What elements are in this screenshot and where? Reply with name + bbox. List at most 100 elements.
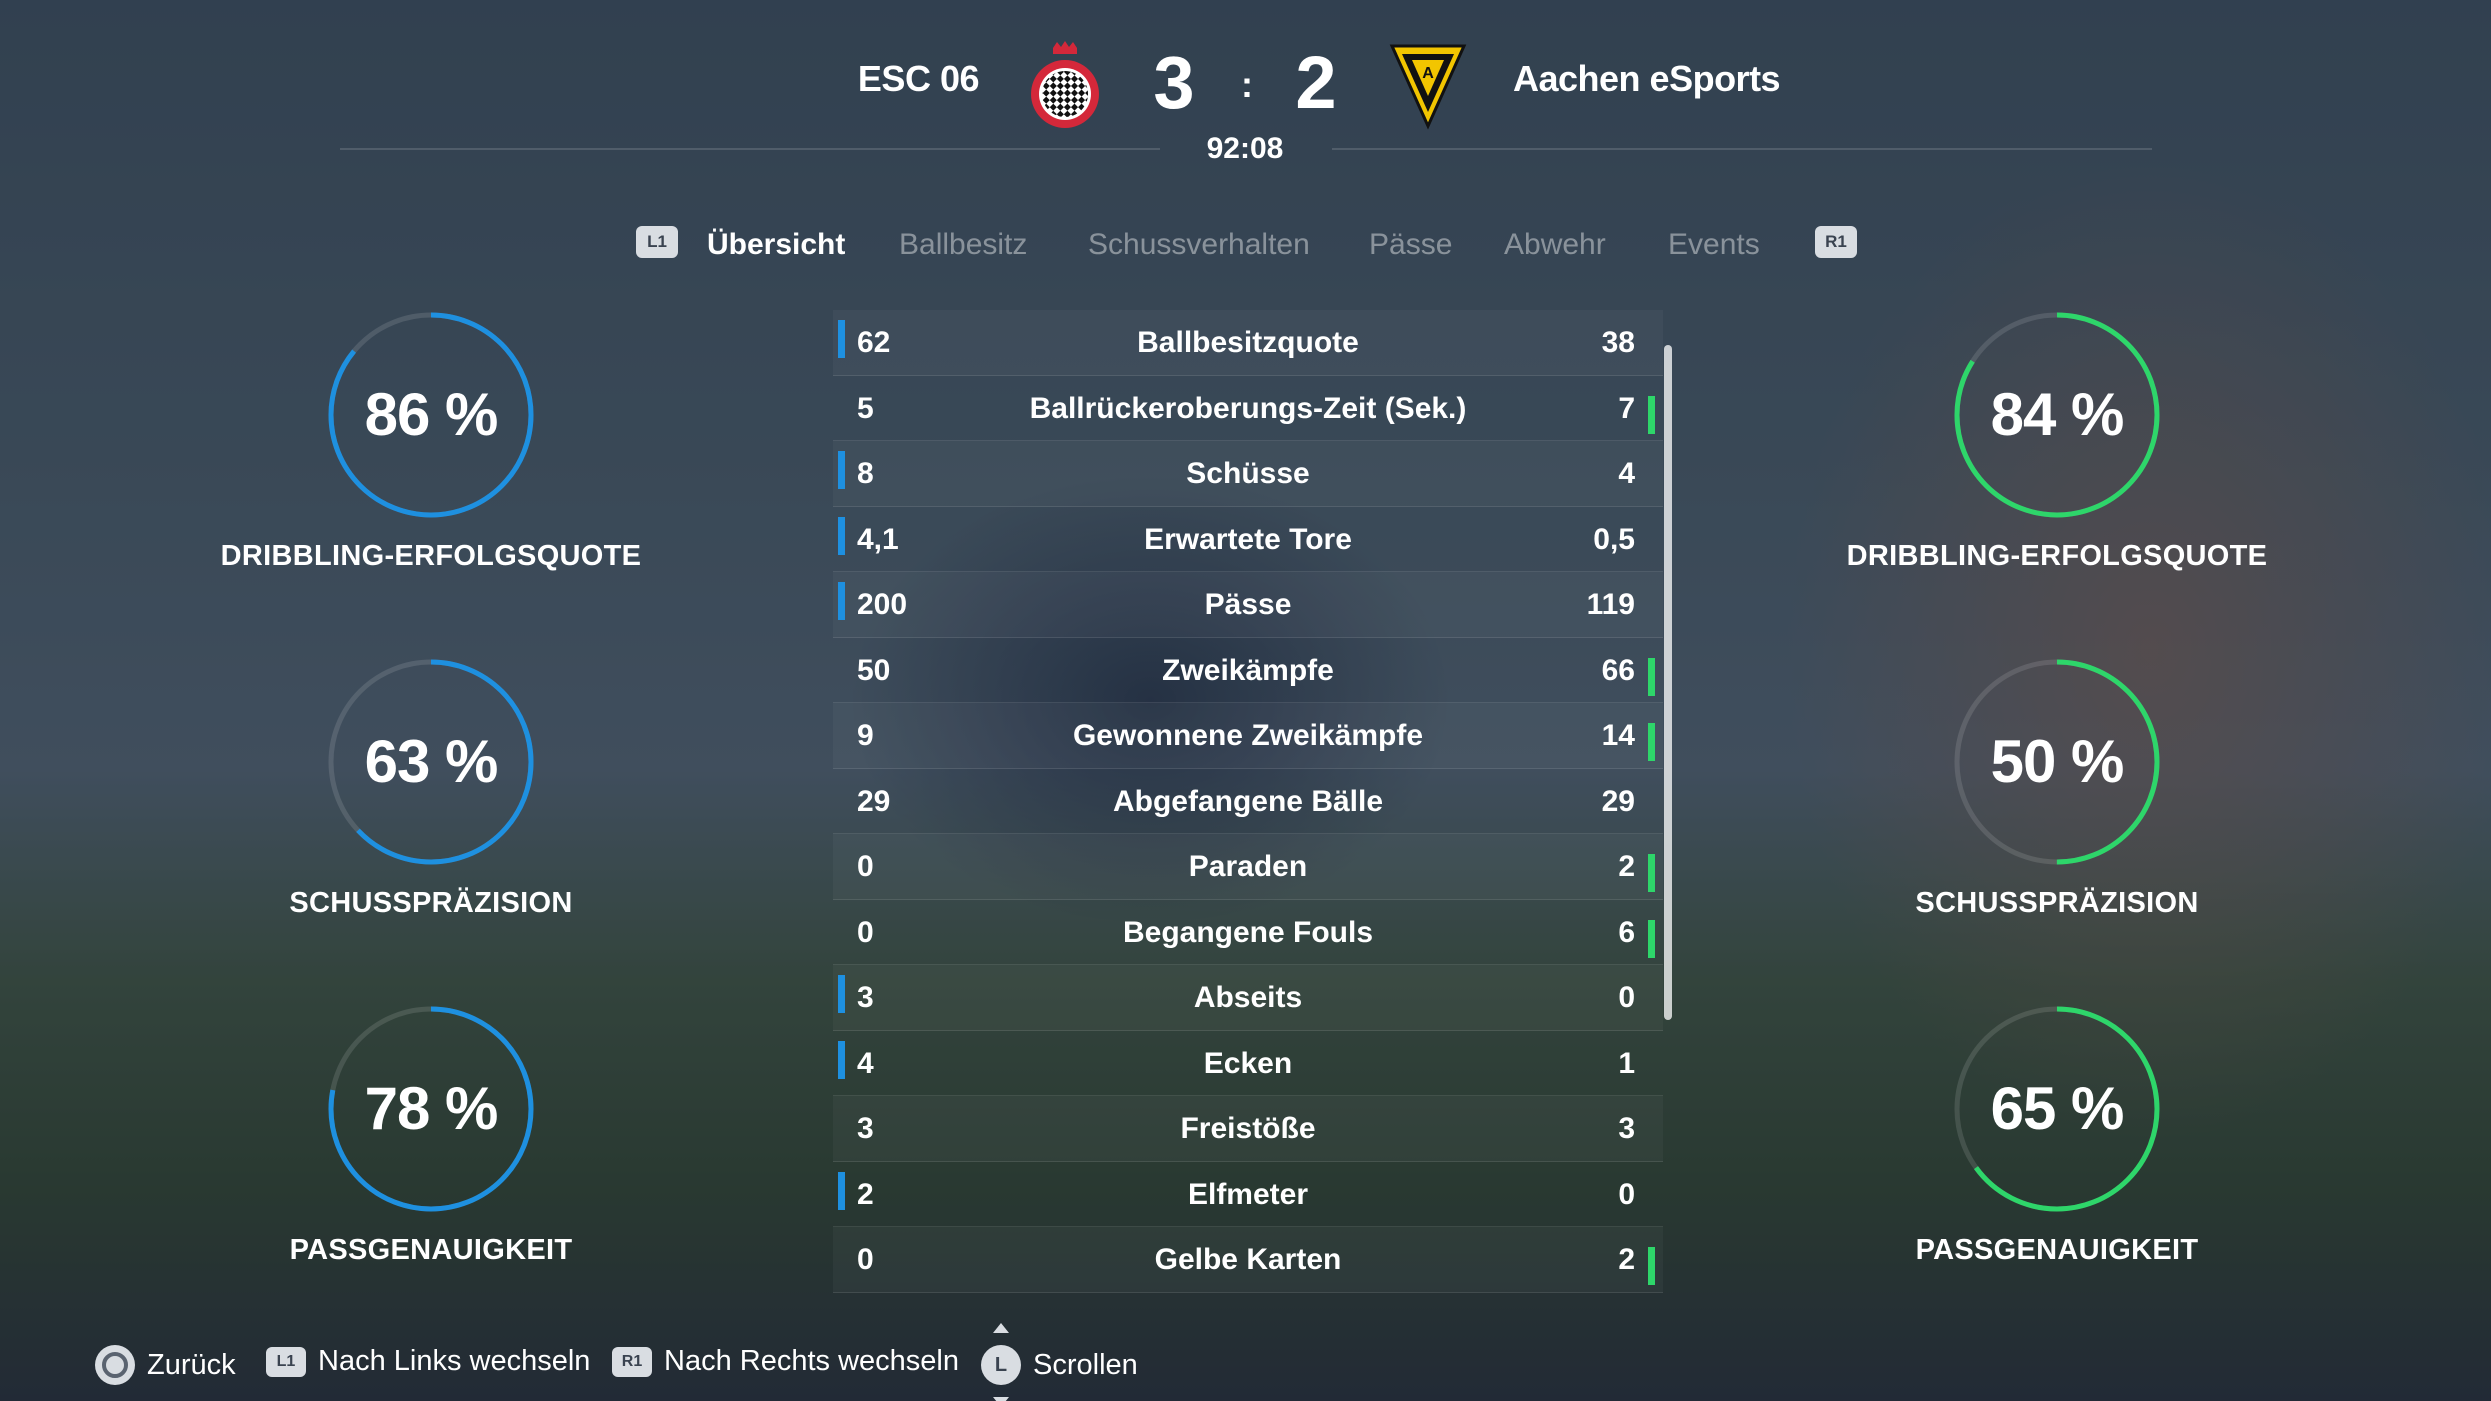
stats-scrollbar[interactable]: [1664, 345, 1672, 1020]
stats-tab-bar: L1 Übersicht Ballbesitz Schussverhalten …: [0, 220, 2491, 270]
away-ring-schuss: 50 % SCHUSSPRÄZISION: [1827, 657, 2287, 920]
away-ring-dribbling: 84 % DRIBBLING-ERFOLGSQUOTE: [1827, 310, 2287, 573]
stat-name: Erwartete Tore: [1144, 522, 1352, 556]
stat-name: Abgefangene Bälle: [1112, 784, 1384, 818]
stat-name: Ballbesitzquote: [1137, 326, 1359, 359]
r1-button-icon[interactable]: R1: [1815, 226, 1857, 258]
home-pass-value: 78 %: [364, 1075, 499, 1142]
stat-away-value: 119: [1586, 588, 1635, 621]
tab-schussverhalten[interactable]: Schussverhalten: [1088, 228, 1310, 262]
hint-switch-left-label: Nach Links wechseln: [318, 1345, 591, 1377]
away-pass-value: 65 %: [1990, 1075, 2125, 1142]
stat-name: Gewonnene Zweikämpfe: [1072, 719, 1424, 752]
hint-back[interactable]: Zurück: [95, 1345, 236, 1385]
arrow-down-icon: [993, 1397, 1009, 1401]
away-dribbling-value: 84 %: [1990, 381, 2125, 448]
match-header: ESC 06 3 : 2 A Aachen eSports 92:08: [0, 0, 2491, 165]
stat-away-value: 7: [1618, 391, 1635, 425]
score-separator: :: [1241, 64, 1253, 105]
stat-name: Abseits: [1193, 981, 1303, 1014]
away-schuss-value: 50 %: [1990, 728, 2125, 795]
l1-button-icon[interactable]: L1: [636, 226, 678, 258]
match-clock: 92:08: [1206, 132, 1284, 165]
left-stick-icon: L: [981, 1323, 1021, 1401]
stat-away-value: 2: [1618, 850, 1635, 883]
away-dribbling-label: DRIBBLING-ERFOLGSQUOTE: [1846, 540, 2268, 572]
tab-ballbesitz[interactable]: Ballbesitz: [899, 228, 1027, 262]
away-pass-label: PASSGENAUIGKEIT: [1915, 1234, 2199, 1266]
stat-away-value: 4: [1618, 457, 1635, 490]
stat-row: 0 Begangene Fouls 6: [833, 900, 1663, 965]
stat-name: Pässe: [1204, 588, 1292, 621]
left-stick-letter: L: [994, 1353, 1008, 1376]
stat-row: 0 Gelbe Karten 2: [833, 1227, 1663, 1293]
stat-row: 3 Freistöße 3: [833, 1096, 1663, 1162]
stat-away-value: 0,5: [1593, 522, 1635, 556]
circle-button-icon: [95, 1345, 135, 1385]
stat-away-value: 38: [1601, 326, 1635, 359]
hint-scroll[interactable]: L Scrollen: [981, 1323, 1138, 1401]
l1-button-icon: L1: [266, 1346, 306, 1377]
home-team-name: ESC 06: [857, 58, 980, 99]
home-pass-label: PASSGENAUIGKEIT: [289, 1234, 573, 1266]
stat-away-value: 3: [1618, 1112, 1635, 1145]
stat-row: 200 Pässe 119: [833, 572, 1663, 638]
controller-hints: Zurück L1 Nach Links wechseln R1 Nach Re…: [0, 1323, 2491, 1401]
tab-paesse[interactable]: Pässe: [1369, 228, 1452, 262]
home-dribbling-value: 86 %: [364, 381, 499, 448]
stat-name: Gelbe Karten: [1154, 1243, 1342, 1276]
home-schuss-label: SCHUSSPRÄZISION: [289, 887, 573, 919]
stat-row: 3 Abseits 0: [833, 965, 1663, 1031]
stat-row: 4,1 Erwartete Tore 0,5: [833, 507, 1663, 572]
away-schuss-label: SCHUSSPRÄZISION: [1915, 887, 2199, 919]
stat-row: 5 Ballrückeroberungs-Zeit (Sek.) 7: [833, 376, 1663, 441]
hint-back-label: Zurück: [147, 1348, 236, 1381]
away-crest-icon: A: [1388, 40, 1468, 130]
tab-events[interactable]: Events: [1668, 228, 1760, 262]
home-ring-pass: 78 % PASSGENAUIGKEIT: [201, 1004, 661, 1267]
hint-switch-right[interactable]: R1 Nach Rechts wechseln: [612, 1345, 959, 1378]
tab-abwehr[interactable]: Abwehr: [1504, 228, 1606, 262]
stat-away-value: 1: [1618, 1046, 1635, 1080]
r1-button-icon: R1: [612, 1346, 652, 1377]
stat-row: 62 Ballbesitzquote 38: [833, 310, 1663, 376]
stat-row: 4 Ecken 1: [833, 1031, 1663, 1096]
home-ring-schuss: 63 % SCHUSSPRÄZISION: [201, 657, 661, 920]
stat-row: 29 Abgefangene Bälle 29: [833, 769, 1663, 834]
stat-row: 2 Elfmeter 0: [833, 1162, 1663, 1227]
stat-row: 8 Schüsse 4: [833, 441, 1663, 507]
tab-uebersicht[interactable]: Übersicht: [707, 228, 845, 262]
stat-away-value: 0: [1618, 1177, 1635, 1211]
stat-row: 9 Gewonnene Zweikämpfe 14: [833, 703, 1663, 769]
away-team-name: Aachen eSports: [1513, 58, 1781, 99]
arrow-up-icon: [993, 1323, 1009, 1333]
away-ring-pass: 65 % PASSGENAUIGKEIT: [1827, 1004, 2287, 1267]
stat-name: Begangene Fouls: [1122, 915, 1374, 949]
hint-switch-left[interactable]: L1 Nach Links wechseln: [266, 1345, 590, 1378]
hint-switch-right-label: Nach Rechts wechseln: [664, 1345, 959, 1377]
stat-name: Ballrückeroberungs-Zeit (Sek.): [1029, 391, 1467, 425]
header-divider-left: [340, 148, 1160, 150]
home-score: 3: [1153, 41, 1195, 124]
stat-name: Freistöße: [1180, 1112, 1316, 1145]
stat-away-value: 2: [1618, 1243, 1635, 1276]
stat-name: Zweikämpfe: [1162, 653, 1334, 687]
stat-name: Paraden: [1188, 850, 1308, 883]
stat-row: 50 Zweikämpfe 66: [833, 638, 1663, 703]
home-crest-icon: [1025, 40, 1105, 130]
header-divider-right: [1332, 148, 2152, 150]
stat-away-value: 29: [1601, 784, 1635, 818]
stat-name: Elfmeter: [1187, 1177, 1309, 1211]
svg-text:A: A: [1422, 65, 1434, 82]
hint-scroll-label: Scrollen: [1033, 1348, 1138, 1381]
stat-away-value: 66: [1601, 653, 1635, 687]
stat-name: Schüsse: [1186, 457, 1310, 490]
stat-away-value: 6: [1618, 915, 1635, 949]
home-schuss-value: 63 %: [364, 728, 499, 795]
home-dribbling-label: DRIBBLING-ERFOLGSQUOTE: [220, 540, 642, 572]
stat-name: Ecken: [1203, 1046, 1293, 1080]
stat-row: 0 Paraden 2: [833, 834, 1663, 900]
match-stats-table[interactable]: 62 Ballbesitzquote 38 5 Ballrückeroberungs-Z…: [833, 310, 1663, 1293]
home-ring-dribbling: 86 % DRIBBLING-ERFOLGSQUOTE: [201, 310, 661, 573]
stat-away-value: 14: [1601, 719, 1635, 752]
